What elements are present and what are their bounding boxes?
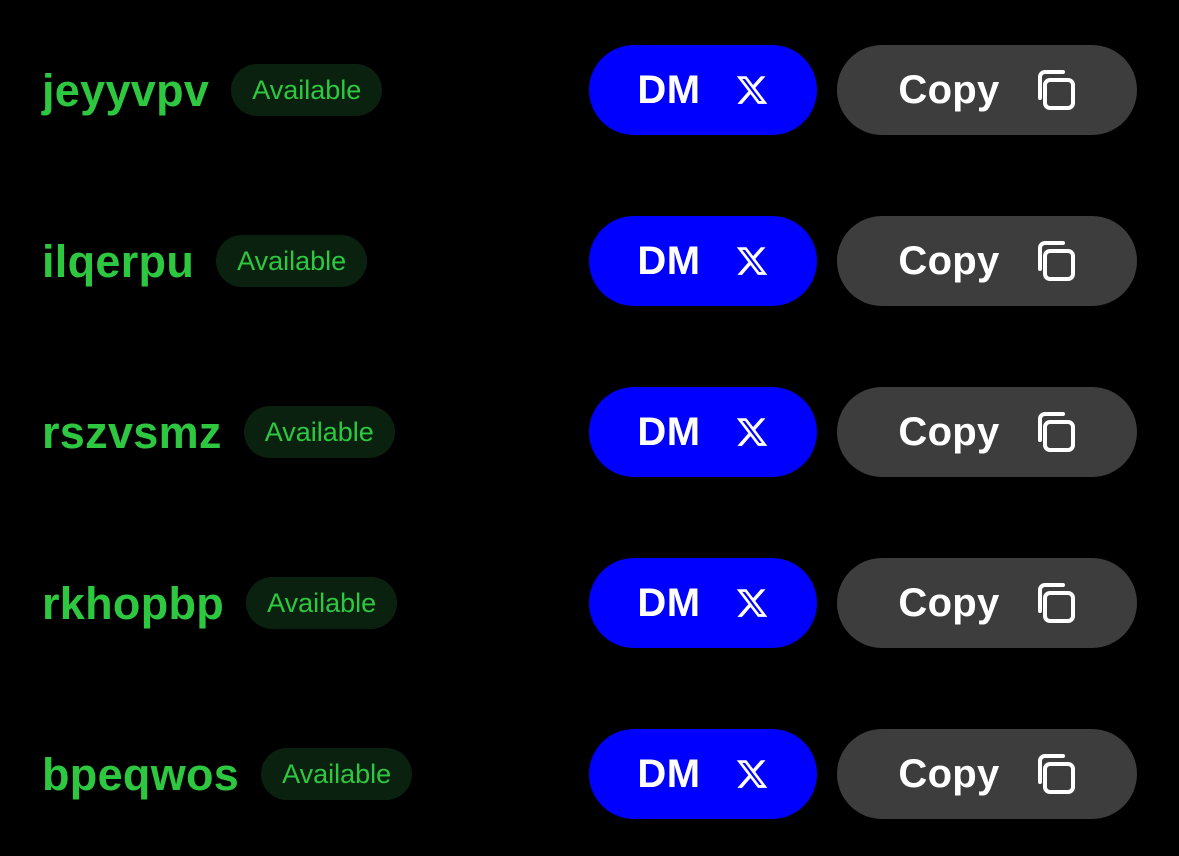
dm-button-label: DM — [637, 752, 701, 796]
handle-group: jeyyvpv Available — [42, 45, 383, 135]
dm-button[interactable]: DM — [589, 558, 817, 648]
list-item: jeyyvpv Available DM Copy — [0, 45, 1179, 135]
status-badge: Available — [231, 64, 383, 116]
dm-button[interactable]: DM — [589, 387, 817, 477]
handle-group: rszvsmz Available — [42, 387, 395, 477]
list-item: ilqerpu Available DM Copy — [0, 216, 1179, 306]
copy-icon — [1032, 67, 1078, 113]
handle-name: ilqerpu — [42, 235, 195, 287]
list-item: rszvsmz Available DM Copy — [0, 387, 1179, 477]
dm-button[interactable]: DM — [589, 45, 817, 135]
status-badge: Available — [216, 235, 368, 287]
x-logo-icon — [735, 244, 769, 278]
handle-group: ilqerpu Available — [42, 216, 368, 306]
list-item: rkhopbp Available DM Copy — [0, 558, 1179, 648]
copy-button-label: Copy — [898, 410, 1000, 454]
x-logo-icon — [735, 586, 769, 620]
copy-button-label: Copy — [898, 581, 1000, 625]
status-badge: Available — [246, 577, 398, 629]
copy-button-label: Copy — [898, 239, 1000, 283]
status-badge: Available — [243, 406, 395, 458]
dm-button-label: DM — [637, 581, 701, 625]
handle-name: bpeqwos — [42, 748, 240, 800]
dm-button[interactable]: DM — [589, 729, 817, 819]
copy-icon — [1032, 238, 1078, 284]
list-item: bpeqwos Available DM Copy — [0, 729, 1179, 819]
x-logo-icon — [735, 757, 769, 791]
x-logo-icon — [735, 415, 769, 449]
handle-name: rszvsmz — [42, 406, 222, 458]
dm-button[interactable]: DM — [589, 216, 817, 306]
handle-group: rkhopbp Available — [42, 558, 398, 648]
copy-button[interactable]: Copy — [837, 45, 1137, 135]
dm-button-label: DM — [637, 239, 701, 283]
status-badge: Available — [261, 748, 413, 800]
copy-button[interactable]: Copy — [837, 558, 1137, 648]
copy-button[interactable]: Copy — [837, 729, 1137, 819]
handle-group: bpeqwos Available — [42, 729, 413, 819]
copy-button-label: Copy — [898, 68, 1000, 112]
dm-button-label: DM — [637, 68, 701, 112]
handle-name: jeyyvpv — [42, 64, 210, 116]
handle-list: jeyyvpv Available DM Copy ilqerpu Availa… — [0, 0, 1179, 856]
x-logo-icon — [735, 73, 769, 107]
handle-name: rkhopbp — [42, 577, 225, 629]
copy-icon — [1032, 751, 1078, 797]
copy-button[interactable]: Copy — [837, 216, 1137, 306]
copy-button-label: Copy — [898, 752, 1000, 796]
dm-button-label: DM — [637, 410, 701, 454]
copy-button[interactable]: Copy — [837, 387, 1137, 477]
copy-icon — [1032, 580, 1078, 626]
copy-icon — [1032, 409, 1078, 455]
